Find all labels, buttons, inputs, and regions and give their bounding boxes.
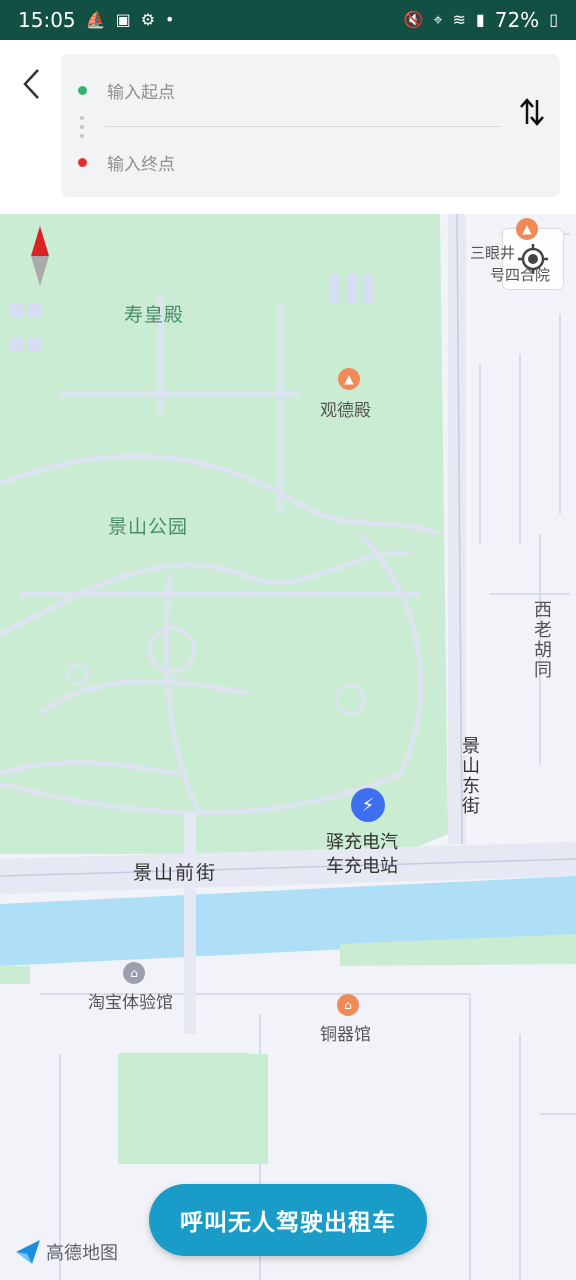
signal-icon: ▮ — [475, 10, 485, 29]
map-label-jingshan-dongjie[interactable]: 景山东街 — [456, 736, 482, 816]
map-label-jingshan-park[interactable]: 景山公园 — [108, 512, 188, 539]
dot-icon: • — [165, 10, 175, 29]
amap-logo: 高德地图 — [14, 1238, 118, 1266]
map-label-xilao-hutong[interactable]: 西老胡同 — [528, 600, 554, 680]
end-input[interactable]: 输入终点 — [61, 132, 501, 192]
muted-notification-icon: ⛵ — [85, 10, 106, 29]
swap-arrows-icon — [520, 98, 544, 126]
settings-icon: ⚙ — [140, 10, 156, 29]
amap-logo-icon — [16, 1240, 40, 1264]
map-label-courtyard-1[interactable]: 三眼井 — [470, 242, 515, 263]
battery-percent: 72% — [494, 8, 540, 32]
route-panel: 输入起点 输入终点 — [0, 40, 576, 214]
map-label-shouhuangdian[interactable]: 寿皇殿 — [124, 300, 184, 327]
map-label-courtyard-2[interactable]: 号四合院 — [490, 264, 550, 285]
amap-logo-text: 高德地图 — [46, 1243, 118, 1264]
end-dot-icon — [78, 157, 87, 167]
map-label-guandedian[interactable]: 观德殿 — [320, 396, 371, 421]
location-icon: ⌖ — [433, 10, 443, 29]
start-input[interactable]: 输入起点 — [61, 60, 501, 120]
courtyard-poi-icon[interactable]: ▲ — [516, 218, 538, 240]
gallery-icon: ▣ — [115, 10, 131, 29]
status-bar: 15:05 ⛵ ▣ ⚙ • 🔇 ⌖ ≋ ▮ 72% ▯ — [0, 0, 576, 40]
museum-poi-icon[interactable]: ⌂ — [337, 994, 359, 1016]
compass-icon — [31, 226, 49, 286]
battery-icon: ▯ — [549, 10, 558, 29]
store-poi-icon[interactable]: ⌂ — [123, 962, 145, 984]
map-label-jingshan-qianjie[interactable]: 景山前街 — [133, 858, 217, 885]
start-placeholder: 输入起点 — [107, 82, 175, 103]
mute-icon: 🔇 — [403, 10, 424, 29]
start-dot-icon — [78, 85, 87, 95]
status-time: 15:05 — [18, 8, 76, 32]
compass-button[interactable] — [28, 224, 52, 288]
end-placeholder: 输入终点 — [107, 154, 175, 175]
chevron-left-icon — [23, 69, 39, 99]
call-robotaxi-button[interactable]: 呼叫无人驾驶出租车 — [149, 1184, 427, 1256]
map-label-taobao-store[interactable]: 淘宝体验馆 — [88, 988, 173, 1013]
back-button[interactable] — [14, 64, 50, 104]
map-view[interactable]: 寿皇殿 ▲ 观德殿 景山公园 ▲ 三眼井 号四合院 西老胡同 景山东街 ⚡ 驿充… — [0, 214, 576, 1280]
map-label-charging-station-2[interactable]: 车充电站 — [326, 852, 398, 878]
input-divider — [105, 126, 501, 127]
map-label-bronze-museum[interactable]: 铜器馆 — [320, 1020, 371, 1045]
map-background — [0, 214, 576, 1280]
swap-button[interactable] — [512, 92, 552, 132]
route-inputs: 输入起点 输入终点 — [61, 54, 560, 197]
wifi-icon: ≋ — [452, 10, 466, 29]
temple-poi-icon[interactable]: ▲ — [338, 368, 360, 390]
charging-station-icon[interactable]: ⚡ — [351, 788, 385, 822]
map-label-charging-station-1[interactable]: 驿充电汽 — [326, 828, 398, 854]
